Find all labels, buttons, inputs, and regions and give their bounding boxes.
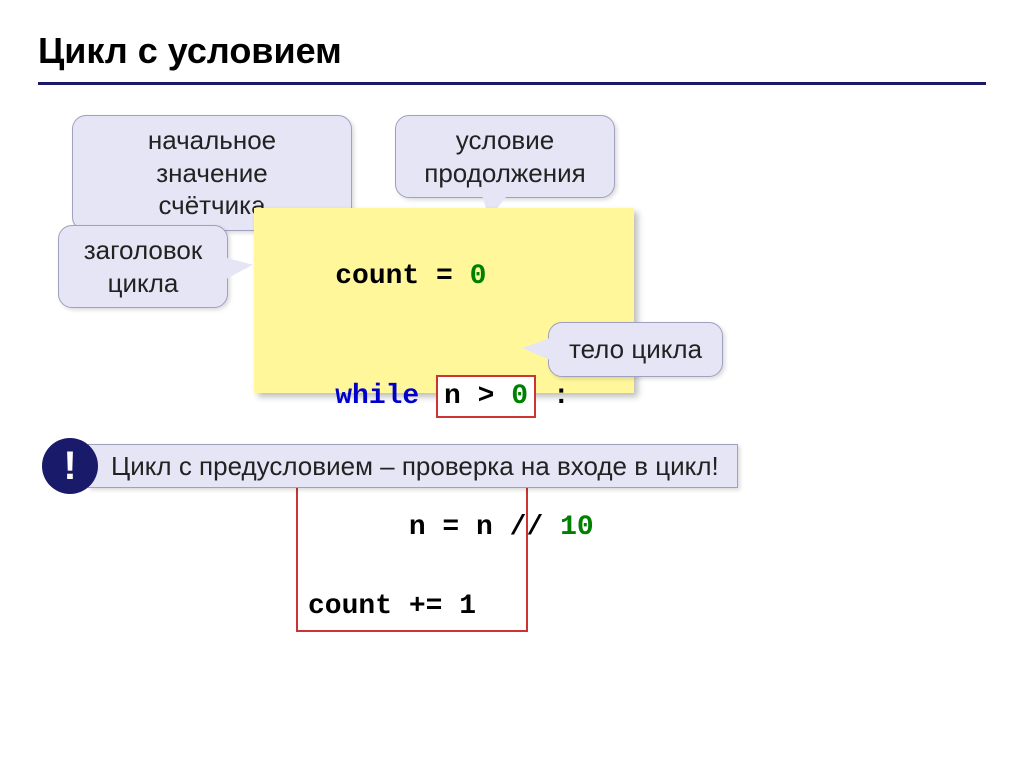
callout-loop-header: заголовок цикла <box>58 225 228 308</box>
code-line-1: count = 0 <box>268 218 620 336</box>
code-count: count <box>335 261 419 292</box>
callout-body-text: тело цикла <box>569 334 702 364</box>
note-text: Цикл с предусловием – проверка на входе … <box>111 451 719 482</box>
cond-pre: n > <box>444 381 511 412</box>
title-underline <box>38 82 986 85</box>
callout-tail-icon <box>522 338 550 360</box>
callout-loop-body: тело цикла <box>548 322 723 377</box>
callout-header-text: заголовок цикла <box>84 235 202 298</box>
body1-pre: n = n // <box>409 512 560 543</box>
code-body-line-2: count += 1 <box>308 587 516 626</box>
note-row: ! Цикл с предусловием – проверка на вход… <box>42 438 738 494</box>
callout-condition-text: условие продолжения <box>424 125 585 188</box>
exclamation-icon: ! <box>42 438 98 494</box>
code-while: while <box>335 381 419 412</box>
callout-condition: условие продолжения <box>395 115 615 198</box>
condition-box: n > 0 <box>436 375 536 418</box>
callout-tail-icon <box>224 255 254 279</box>
code-zero: 0 <box>470 261 487 292</box>
note-text-bar: Цикл с предусловием – проверка на входе … <box>88 444 738 488</box>
body1-num: 10 <box>560 512 594 543</box>
code-assign: = <box>419 261 469 292</box>
page-title: Цикл с условием <box>38 30 342 72</box>
code-colon: : <box>536 381 570 412</box>
cond-zero: 0 <box>511 381 528 412</box>
callout-initial-text: начальное значение счётчика <box>148 125 276 220</box>
